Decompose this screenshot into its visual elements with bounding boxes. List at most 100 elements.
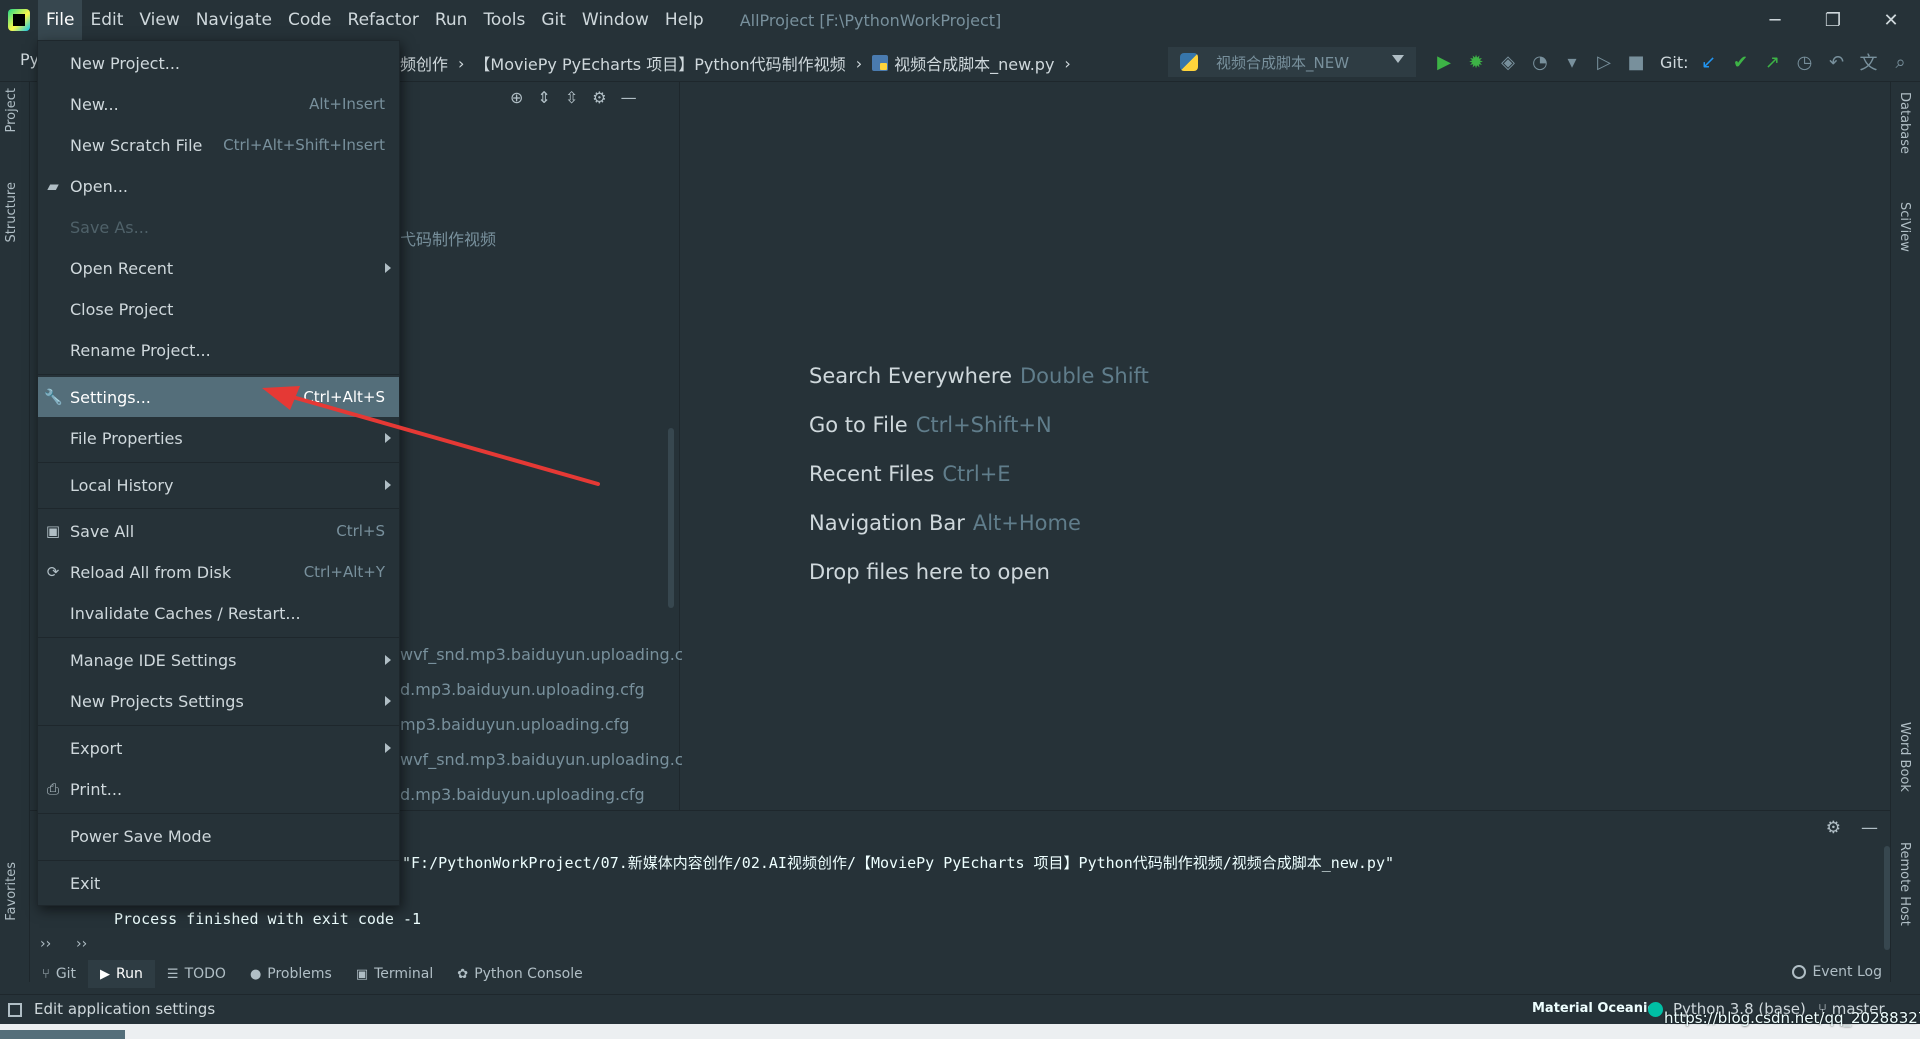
taskbar-strip-segment xyxy=(0,1030,125,1039)
menu-separator xyxy=(38,374,399,375)
menu-window[interactable]: Window xyxy=(574,0,657,40)
theme-indicator[interactable]: Material Oceanic xyxy=(1532,1001,1655,1016)
menu-item-new-projects-settings[interactable]: New Projects Settings xyxy=(38,681,399,721)
menu-item-power-save-mode[interactable]: Power Save Mode xyxy=(38,816,399,856)
menu-item-new[interactable]: New... Alt+Insert xyxy=(38,84,399,124)
menu-separator xyxy=(38,508,399,509)
breadcrumb-item[interactable]: 频创作 xyxy=(400,51,448,75)
breadcrumb-item[interactable]: 【MoviePy PyEcharts 项目】Python代码制作视频 xyxy=(474,51,845,75)
stop-icon[interactable]: ■ xyxy=(1620,48,1652,76)
tree-item[interactable]: d.mp3.baiduyun.uploading.cfg xyxy=(400,785,645,804)
git-rollback-icon[interactable]: ↶ xyxy=(1821,48,1853,76)
menu-item-open[interactable]: ▰ Open... xyxy=(38,166,399,206)
git-push-icon[interactable]: ↗ xyxy=(1757,48,1789,76)
menu-item-save-all[interactable]: ▣ Save All Ctrl+S xyxy=(38,511,399,551)
menu-tools[interactable]: Tools xyxy=(475,0,533,40)
tool-tab-structure[interactable]: Structure xyxy=(4,182,19,242)
console-scrollbar[interactable] xyxy=(1884,846,1890,950)
window-title: AllProject [F:\PythonWorkProject] xyxy=(739,10,1002,30)
chevrons-right-icon[interactable]: ›› xyxy=(76,936,87,952)
tool-tab-sciview[interactable]: SciView xyxy=(1897,202,1912,252)
menu-item-new-project[interactable]: New Project... xyxy=(38,43,399,83)
git-commit-icon[interactable]: ✔ xyxy=(1725,48,1757,76)
git-history-icon[interactable]: ◷ xyxy=(1789,48,1821,76)
project-scrollbar[interactable] xyxy=(668,428,674,608)
git-branch-icon: ⑂ xyxy=(42,966,50,982)
menu-item-export[interactable]: Export xyxy=(38,728,399,768)
debug-icon[interactable]: ✹ xyxy=(1460,48,1492,76)
menu-item-open-recent[interactable]: Open Recent xyxy=(38,248,399,288)
tree-item[interactable]: wvf_snd.mp3.baiduyun.uploading.cf xyxy=(400,645,689,664)
profile-icon[interactable]: ◔ xyxy=(1524,48,1556,76)
chevron-right-icon: › xyxy=(458,53,465,73)
chevrons-right-icon[interactable]: ›› xyxy=(40,936,51,952)
menu-item-new-scratch-file[interactable]: New Scratch File Ctrl+Alt+Shift+Insert xyxy=(38,125,399,165)
right-tool-stripe: Database SciView Word Book Remote Host xyxy=(1890,82,1920,982)
gear-icon[interactable]: ⚙ xyxy=(1826,818,1841,838)
menu-file[interactable]: File xyxy=(38,0,83,40)
tool-tab-word-book[interactable]: Word Book xyxy=(1897,722,1912,792)
menu-item-exit[interactable]: Exit xyxy=(38,863,399,903)
menu-item-print[interactable]: ⎙ Print... xyxy=(38,769,399,809)
menu-edit[interactable]: Edit xyxy=(82,0,131,40)
tool-tab-project[interactable]: Project xyxy=(4,88,19,132)
menu-item-manage-ide-settings[interactable]: Manage IDE Settings xyxy=(38,640,399,680)
tab-problems[interactable]: ● Problems xyxy=(238,960,344,988)
toggle-tool-windows-icon[interactable] xyxy=(8,1003,22,1017)
restore-button[interactable]: ❐ xyxy=(1804,0,1862,40)
python-file-icon xyxy=(872,55,889,71)
tree-item[interactable]: 弋码制作视频 xyxy=(400,226,496,250)
run-play-icon: ▶ xyxy=(100,966,111,982)
menu-navigate[interactable]: Navigate xyxy=(188,0,280,40)
coverage-icon[interactable]: ◈ xyxy=(1492,48,1524,76)
tree-item[interactable]: wvf_snd.mp3.baiduyun.uploading.cf xyxy=(400,750,689,769)
menu-run[interactable]: Run xyxy=(427,0,476,40)
tab-git[interactable]: ⑂ Git xyxy=(30,960,88,988)
run-icon[interactable]: ▶ xyxy=(1428,48,1460,76)
run-again-icon[interactable]: ▷ xyxy=(1588,48,1620,76)
terminal-icon: ▣ xyxy=(355,966,369,982)
gear-icon[interactable]: ⚙ xyxy=(592,88,606,107)
folder-open-icon: ▰ xyxy=(47,177,59,195)
run-dropdown-icon[interactable]: ▾ xyxy=(1556,48,1588,76)
hide-panel-icon[interactable]: — xyxy=(621,88,637,107)
minimize-button[interactable]: ─ xyxy=(1746,0,1804,40)
menu-refactor[interactable]: Refactor xyxy=(340,0,427,40)
translate-icon[interactable]: 文 xyxy=(1853,48,1885,76)
run-configuration-select[interactable]: 视频合成脚本_NEW xyxy=(1168,47,1416,77)
tool-tab-remote-host[interactable]: Remote Host xyxy=(1897,842,1912,926)
tab-run[interactable]: ▶ Run xyxy=(88,960,155,988)
breadcrumb-item[interactable]: 视频合成脚本_new.py xyxy=(894,51,1054,75)
menu-help[interactable]: Help xyxy=(657,0,712,40)
git-update-icon[interactable]: ↙ xyxy=(1693,48,1725,76)
save-icon: ▣ xyxy=(45,522,61,540)
menu-item-invalidate-caches[interactable]: Invalidate Caches / Restart... xyxy=(38,593,399,633)
submenu-arrow-icon xyxy=(385,655,391,665)
tab-terminal[interactable]: ▣ Terminal xyxy=(344,960,445,988)
tool-tab-database[interactable]: Database xyxy=(1897,92,1912,154)
menu-item-reload-all[interactable]: ⟳ Reload All from Disk Ctrl+Alt+Y xyxy=(38,552,399,592)
bottom-tool-tabs: ⑂ Git ▶ Run ☰ TODO ● Problems ▣ Terminal ✿ Pyt… xyxy=(30,960,595,988)
hint-drop-files: Drop files here to open xyxy=(809,560,1050,584)
console-exit-message: Process finished with exit code -1 xyxy=(114,910,422,928)
menu-item-rename-project[interactable]: Rename Project... xyxy=(38,330,399,370)
close-button[interactable]: ✕ xyxy=(1862,0,1920,40)
hint-go-to-file: Go to File Ctrl+Shift+N xyxy=(809,413,1052,437)
tree-item[interactable]: d.mp3.baiduyun.uploading.cfg xyxy=(400,680,645,699)
search-icon[interactable]: ⌕ xyxy=(1885,48,1917,76)
tree-item[interactable]: mp3.baiduyun.uploading.cfg xyxy=(400,715,629,734)
run-toolbar: ▶ ✹ ◈ ◔ ▾ ▷ ■ Git: ↙ ✔ ↗ ◷ ↶ 文 ⌕ xyxy=(1428,48,1917,76)
tab-python-console[interactable]: ✿ Python Console xyxy=(445,960,594,988)
expand-all-icon[interactable]: ⇕ xyxy=(537,88,550,107)
menu-git[interactable]: Git xyxy=(533,0,574,40)
hide-panel-icon[interactable]: — xyxy=(1861,818,1878,838)
locate-file-icon[interactable]: ⊕ xyxy=(510,88,523,107)
tool-tab-favorites[interactable]: Favorites xyxy=(4,862,19,921)
tab-todo[interactable]: ☰ TODO xyxy=(155,960,238,988)
event-log-tab[interactable]: Event Log xyxy=(1792,964,1882,980)
collapse-all-icon[interactable]: ⇳ xyxy=(565,88,578,107)
menu-separator xyxy=(38,813,399,814)
menu-item-close-project[interactable]: Close Project xyxy=(38,289,399,329)
menu-view[interactable]: View xyxy=(131,0,187,40)
menu-code[interactable]: Code xyxy=(280,0,340,40)
